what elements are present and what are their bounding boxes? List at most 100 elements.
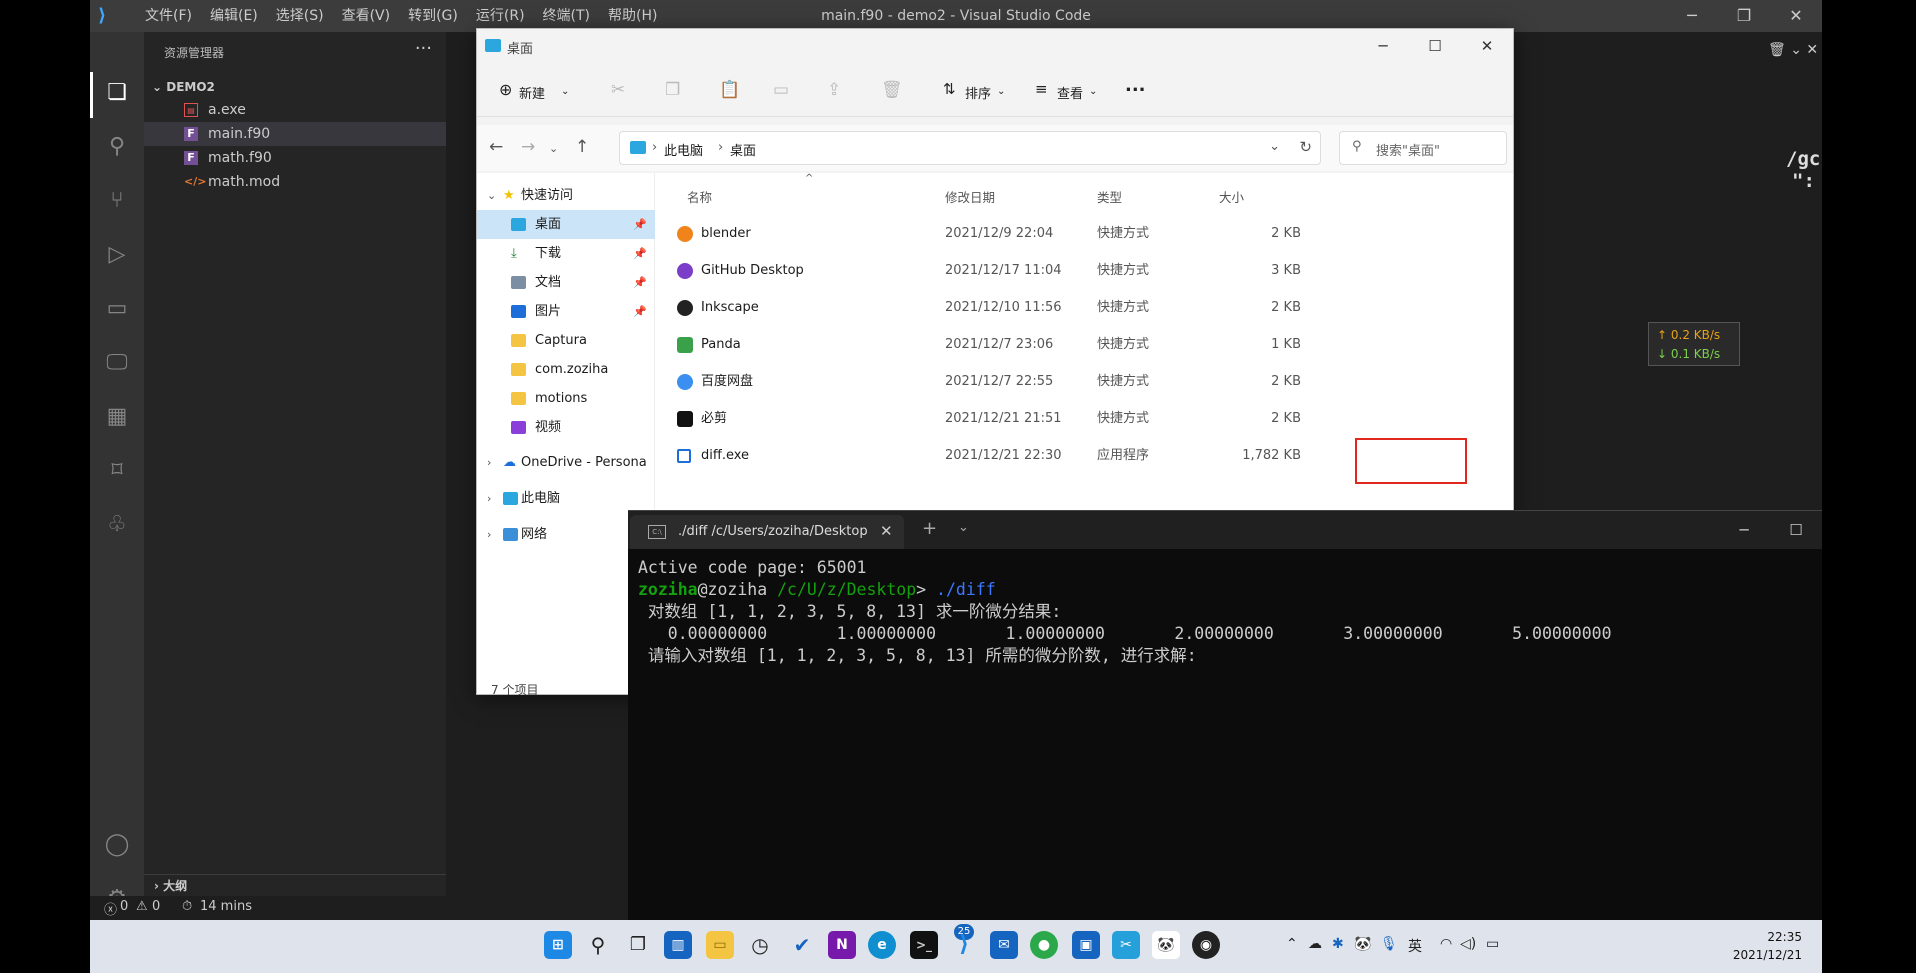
pin-icon[interactable]: 📌 [633,239,647,268]
menu-view[interactable]: 查看(V) [333,0,400,32]
table-row[interactable]: 百度网盘 2021/12/7 22:55 快捷方式 2 KB [655,363,1513,400]
table-row[interactable]: GitHub Desktop 2021/12/17 11:04 快捷方式 3 K… [655,252,1513,289]
onenote-icon[interactable]: N [828,931,856,959]
terminal-output[interactable]: Active code page: 65001 zoziha@zoziha /c… [638,557,1818,667]
folder-header[interactable]: ⌄ DEMO2 [144,76,446,98]
trash-icon[interactable]: 🗑 [1768,42,1786,58]
pin-icon[interactable]: 📌 [633,268,647,297]
close-tab-icon[interactable]: ✕ [880,522,893,540]
refresh-icon[interactable]: ↻ [1299,138,1312,156]
warning-icon[interactable]: ⚠ [136,899,148,914]
panda-app-icon[interactable]: 🐼 [1152,931,1180,959]
column-header-type[interactable]: 类型 [1097,187,1122,206]
wechat-icon[interactable]: ● [1030,931,1058,959]
snipping-tool-icon[interactable]: ✂ [1112,931,1140,959]
menu-selection[interactable]: 选择(S) [267,0,333,32]
file-item[interactable]: F main.f90 [144,122,446,146]
todo-check-icon[interactable]: ✔ [788,931,816,959]
ime-indicator[interactable]: 英 [1408,936,1422,956]
table-row[interactable]: blender 2021/12/9 22:04 快捷方式 2 KB [655,215,1513,252]
nav-item-folder[interactable]: motions [477,384,655,413]
rename-icon[interactable]: ▭ [773,80,789,100]
more-options-button[interactable]: ... [1125,75,1146,96]
back-arrow-icon[interactable]: ← [489,137,503,157]
obs-icon[interactable]: ◉ [1192,931,1220,959]
nav-this-pc[interactable]: › 此电脑 [477,484,655,513]
widgets-icon[interactable]: ▥ [664,931,692,959]
warning-count[interactable]: 0 [152,899,160,914]
table-row[interactable]: 必剪 2021/12/21 21:51 快捷方式 2 KB [655,400,1513,437]
file-item[interactable]: </> math.mod [144,170,446,194]
pin-icon[interactable]: 📌 [633,210,647,239]
account-icon[interactable]: ◯ [102,830,132,860]
share-icon[interactable]: ⇪ [827,80,841,100]
vscode-app-icon[interactable]: ⟩ [950,931,978,959]
cut-icon[interactable]: ✂ [611,80,625,100]
minimize-icon[interactable]: ─ [1666,0,1718,32]
terminal-tab[interactable]: C:\ ./diff /c/Users/zoziha/Desktop ✕ [630,515,904,549]
view-button[interactable]: 查看 [1057,83,1083,102]
restore-icon[interactable]: ❐ [1718,0,1770,32]
store-icon[interactable]: ▣ [1072,931,1100,959]
mail-icon[interactable]: ✉ [990,931,1018,959]
panda-tray-icon[interactable]: 🐼 [1354,936,1371,952]
clock-app-icon[interactable]: ◷ [746,931,774,959]
file-item[interactable]: ▤ a.exe [144,98,446,122]
paste-icon[interactable]: 📋 [719,80,740,100]
nav-onedrive[interactable]: › ☁ OneDrive - Persona [477,448,655,477]
volume-icon[interactable]: ◁) [1460,936,1476,952]
maximize-icon[interactable]: ☐ [1770,511,1822,549]
search-icon[interactable]: ⚲ [584,931,612,959]
table-row[interactable]: Inkscape 2021/12/10 11:56 快捷方式 2 KB [655,289,1513,326]
table-row[interactable]: Panda 2021/12/7 23:06 快捷方式 1 KB [655,326,1513,363]
wifi-icon[interactable]: ◠ [1440,936,1452,952]
more-actions-icon[interactable]: ··· [415,38,432,59]
file-item[interactable]: F math.f90 [144,146,446,170]
address-bar[interactable]: › 此电脑 › 桌面 ⌄ ↻ [619,131,1321,165]
run-debug-icon[interactable]: ▷ [102,240,132,270]
explorer-files-icon[interactable]: ❏ [102,78,132,108]
elapsed-time[interactable]: 14 mins [200,899,252,914]
search-box[interactable]: ⚲ 搜索"桌面" [1339,131,1507,165]
chevron-up-icon[interactable]: ⌃ [1286,936,1298,952]
menu-edit[interactable]: 编辑(E) [201,0,267,32]
nav-item-desktop[interactable]: 桌面 📌 [477,210,655,239]
close-icon[interactable]: ✕ [1461,29,1513,63]
maximize-icon[interactable]: ☐ [1409,29,1461,63]
system-clock[interactable]: 22:35 2021/12/21 [1733,928,1802,964]
folder-icon[interactable]: ▭ [102,294,132,324]
forward-arrow-icon[interactable]: → [521,137,535,157]
nav-item-videos[interactable]: 视频 [477,413,655,442]
menu-go[interactable]: 转到(G) [399,0,467,32]
task-view-icon[interactable]: ❐ [624,931,652,959]
terminal-app-icon[interactable]: >_ [910,931,938,959]
nav-item-downloads[interactable]: ⤓ 下载 📌 [477,239,655,268]
edge-browser-icon[interactable]: e [868,931,896,959]
nav-item-documents[interactable]: 文档 📌 [477,268,655,297]
battery-icon[interactable]: ▭ [1486,936,1499,952]
delete-icon[interactable]: 🗑 [881,80,903,100]
new-button[interactable]: 新建 [519,83,545,102]
up-arrow-icon[interactable]: ↑ [575,137,589,157]
bookmark-icon[interactable]: ⌑ [102,456,132,486]
sort-button[interactable]: 排序 [965,83,991,102]
nav-item-pictures[interactable]: 图片 📌 [477,297,655,326]
breadcrumb-desktop[interactable]: 桌面 [730,140,756,159]
bluetooth-icon[interactable]: ✱ [1332,936,1344,952]
search-icon[interactable]: ⚲ [102,132,132,162]
column-header-date[interactable]: 修改日期 [945,187,995,206]
pin-icon[interactable]: 📌 [633,297,647,326]
nav-item-folder[interactable]: com.zoziha [477,355,655,384]
start-windows-icon[interactable]: ⊞ [544,931,572,959]
microphone-icon[interactable]: 🎙 [1380,936,1398,952]
column-header-size[interactable]: 大小 [1219,187,1244,206]
source-control-icon[interactable]: ⑂ [102,186,132,216]
onedrive-cloud-icon[interactable]: ☁ [1308,936,1322,952]
tree-icon[interactable]: ♧ [102,510,132,540]
extensions-icon[interactable]: ▦ [102,402,132,432]
minimize-icon[interactable]: ─ [1357,29,1409,63]
chevron-down-icon[interactable]: ⌄ [1269,139,1280,154]
new-tab-plus-icon[interactable]: + [922,518,937,539]
copy-icon[interactable]: ❐ [665,80,680,100]
minimize-icon[interactable]: ─ [1718,511,1770,549]
